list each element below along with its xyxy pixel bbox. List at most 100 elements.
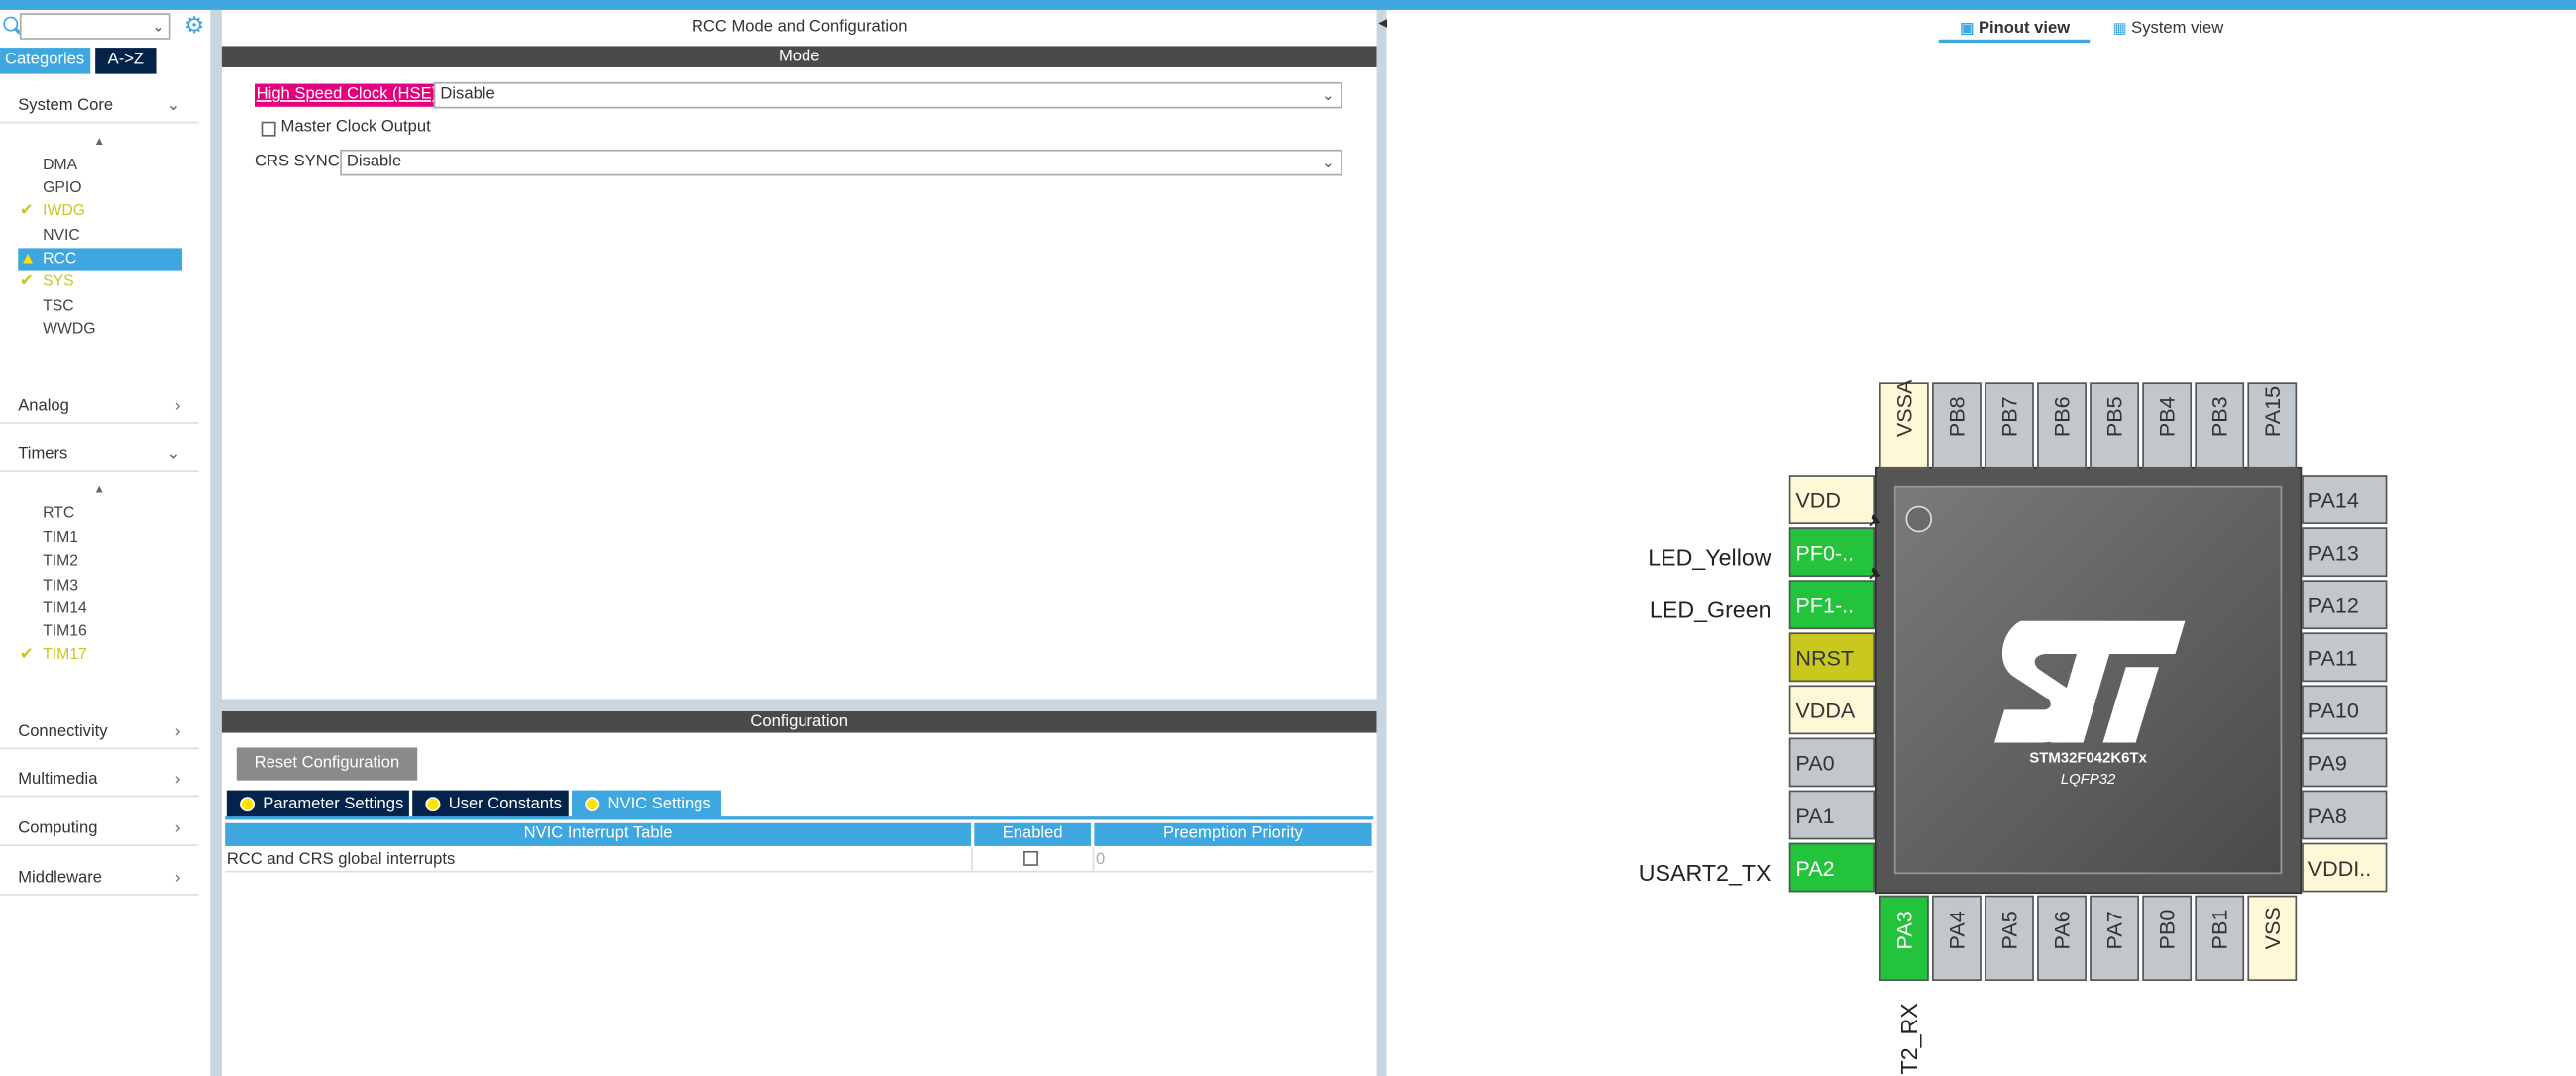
- pin-label: PB7: [1996, 396, 2022, 438]
- chevron-down-icon[interactable]: ⌄: [152, 18, 164, 36]
- sort-icon[interactable]: ▲: [94, 137, 106, 149]
- pin-vdd[interactable]: VDD: [1788, 475, 1876, 524]
- pin-pb7[interactable]: PB7: [1985, 382, 2034, 469]
- top-accent-bar: [0, 0, 2576, 10]
- pin-pa3[interactable]: PA3: [1878, 895, 1929, 981]
- pin-pa14[interactable]: PA14: [2302, 475, 2388, 524]
- chevron-right-icon: ›: [174, 819, 181, 838]
- list-item-gpio[interactable]: GPIO: [18, 177, 182, 200]
- list-item-tim2[interactable]: TIM2: [18, 550, 182, 573]
- pushpin-icon: [1869, 567, 1881, 580]
- pin-pf0[interactable]: PF0-..: [1788, 527, 1876, 578]
- category-timers[interactable]: Timers ⌄: [18, 444, 190, 467]
- collapse-arrow-icon[interactable]: ◀: [1378, 17, 1387, 30]
- search-icon[interactable]: [3, 16, 19, 32]
- gear-icon[interactable]: ⚙: [184, 13, 207, 36]
- pin-label: PB3: [2206, 396, 2232, 438]
- search-input[interactable]: ⌄: [19, 13, 171, 40]
- pinout-view-icon: ▣: [1960, 19, 1975, 37]
- pin-pa13[interactable]: PA13: [2302, 527, 2388, 578]
- column-header-enabled[interactable]: Enabled: [974, 822, 1092, 846]
- pin-pa8[interactable]: PA8: [2302, 790, 2388, 840]
- pin-pb8[interactable]: PB8: [1932, 382, 1982, 469]
- category-middleware[interactable]: Middleware ›: [18, 868, 190, 891]
- list-item-tim16[interactable]: TIM16: [18, 621, 182, 644]
- list-item-wwdg[interactable]: WWDG: [18, 319, 182, 342]
- mco-checkbox[interactable]: [261, 121, 276, 137]
- tab-underline: [225, 816, 1374, 820]
- category-multimedia[interactable]: Multimedia ›: [18, 769, 190, 792]
- pin-pb3[interactable]: PB3: [2195, 382, 2245, 469]
- panel-splitter[interactable]: ◀: [1376, 9, 1387, 1076]
- pin-pa2[interactable]: PA2: [1788, 842, 1876, 893]
- list-item-tim14[interactable]: TIM14: [18, 598, 182, 621]
- list-item-tim3[interactable]: TIM3: [18, 575, 182, 597]
- reset-configuration-button[interactable]: Reset Configuration: [236, 747, 418, 781]
- column-header-nvic-table[interactable]: NVIC Interrupt Table: [225, 822, 971, 846]
- table-cell-priority: 0: [1096, 850, 1106, 870]
- pin-pa10[interactable]: PA10: [2302, 685, 2388, 735]
- panel-splitter[interactable]: [221, 699, 1377, 712]
- sort-icon[interactable]: ▲: [94, 484, 106, 496]
- pin-vssa[interactable]: VSSA: [1878, 380, 1929, 469]
- category-computing[interactable]: Computing ›: [18, 818, 190, 841]
- pin-vddio[interactable]: VDDI..: [2302, 842, 2388, 893]
- tab-pinout-view[interactable]: ▣ Pinout view: [1960, 15, 2070, 42]
- signal-label-usart2-tx[interactable]: USART2_TX: [1574, 859, 1771, 886]
- pin-pb4[interactable]: PB4: [2142, 382, 2193, 469]
- list-item-nvic[interactable]: NVIC: [18, 225, 182, 248]
- pin-pb5[interactable]: PB5: [2090, 382, 2139, 469]
- pin-pa7[interactable]: PA7: [2090, 895, 2139, 981]
- item-label: TIM17: [43, 645, 87, 664]
- category-connectivity[interactable]: Connectivity ›: [18, 721, 190, 744]
- category-label: Multimedia: [18, 770, 98, 789]
- signal-label-led-yellow[interactable]: LED_Yellow: [1574, 544, 1771, 571]
- tab-nvic-settings[interactable]: NVIC Settings: [572, 790, 721, 818]
- pin-pb6[interactable]: PB6: [2037, 382, 2087, 469]
- item-label: RCC: [43, 250, 77, 269]
- category-system-core[interactable]: System Core ⌄: [18, 95, 190, 118]
- tab-label: Parameter Settings: [263, 795, 404, 813]
- column-header-preemption-priority[interactable]: Preemption Priority: [1094, 822, 1372, 846]
- crs-select[interactable]: Disable ⌄: [340, 149, 1342, 176]
- pin-pa4[interactable]: PA4: [1932, 895, 1982, 981]
- pin-pa15[interactable]: PA15: [2247, 382, 2298, 469]
- pin-pf1[interactable]: PF1-..: [1788, 580, 1876, 630]
- chevron-right-icon: ›: [174, 397, 181, 416]
- list-item-sys[interactable]: ✔ SYS: [18, 271, 182, 294]
- pin-pa1[interactable]: PA1: [1788, 790, 1876, 840]
- pin-pb0[interactable]: PB0: [2142, 895, 2193, 981]
- list-item-rtc[interactable]: RTC: [18, 502, 182, 525]
- pin-pa9[interactable]: PA9: [2302, 737, 2388, 788]
- list-item-rcc[interactable]: ▲ RCC: [18, 248, 183, 271]
- tab-user-constants[interactable]: User Constants: [412, 790, 569, 818]
- pin-pa12[interactable]: PA12: [2302, 580, 2388, 630]
- panel-splitter[interactable]: [210, 9, 222, 1076]
- check-icon: ✔: [19, 272, 34, 291]
- pin-label: PB0: [2154, 909, 2180, 950]
- list-item-dma[interactable]: DMA: [18, 155, 182, 177]
- divider: [0, 747, 199, 750]
- pin-nrst[interactable]: NRST: [1788, 632, 1876, 683]
- tab-a-z[interactable]: A->Z: [95, 48, 157, 74]
- tab-system-view[interactable]: ▦ System view: [2112, 15, 2223, 42]
- pin-pa5[interactable]: PA5: [1985, 895, 2034, 981]
- enabled-checkbox[interactable]: [1023, 850, 1038, 866]
- pin-vdda[interactable]: VDDA: [1788, 685, 1876, 735]
- signal-label-usart2-rx[interactable]: T2_RX: [1896, 1003, 1923, 1074]
- pin-pa0[interactable]: PA0: [1788, 737, 1876, 788]
- list-item-iwdg[interactable]: ✔ IWDG: [18, 200, 182, 223]
- list-item-tim1[interactable]: TIM1: [18, 527, 182, 550]
- category-analog[interactable]: Analog ›: [18, 396, 190, 419]
- hse-select[interactable]: Disable ⌄: [433, 81, 1342, 109]
- tab-parameter-settings[interactable]: Parameter Settings: [226, 790, 409, 818]
- list-item-tsc[interactable]: TSC: [18, 295, 182, 318]
- pin-pa6[interactable]: PA6: [2037, 895, 2087, 981]
- list-item-tim17[interactable]: ✔ TIM17: [18, 644, 182, 667]
- tab-categories[interactable]: Categories: [0, 48, 91, 74]
- chevron-down-icon: ⌄: [1321, 154, 1335, 171]
- pin-vss[interactable]: VSS: [2247, 895, 2298, 981]
- signal-label-led-green[interactable]: LED_Green: [1574, 596, 1771, 623]
- pin-pb1[interactable]: PB1: [2195, 895, 2245, 981]
- pin-pa11[interactable]: PA11: [2302, 632, 2388, 683]
